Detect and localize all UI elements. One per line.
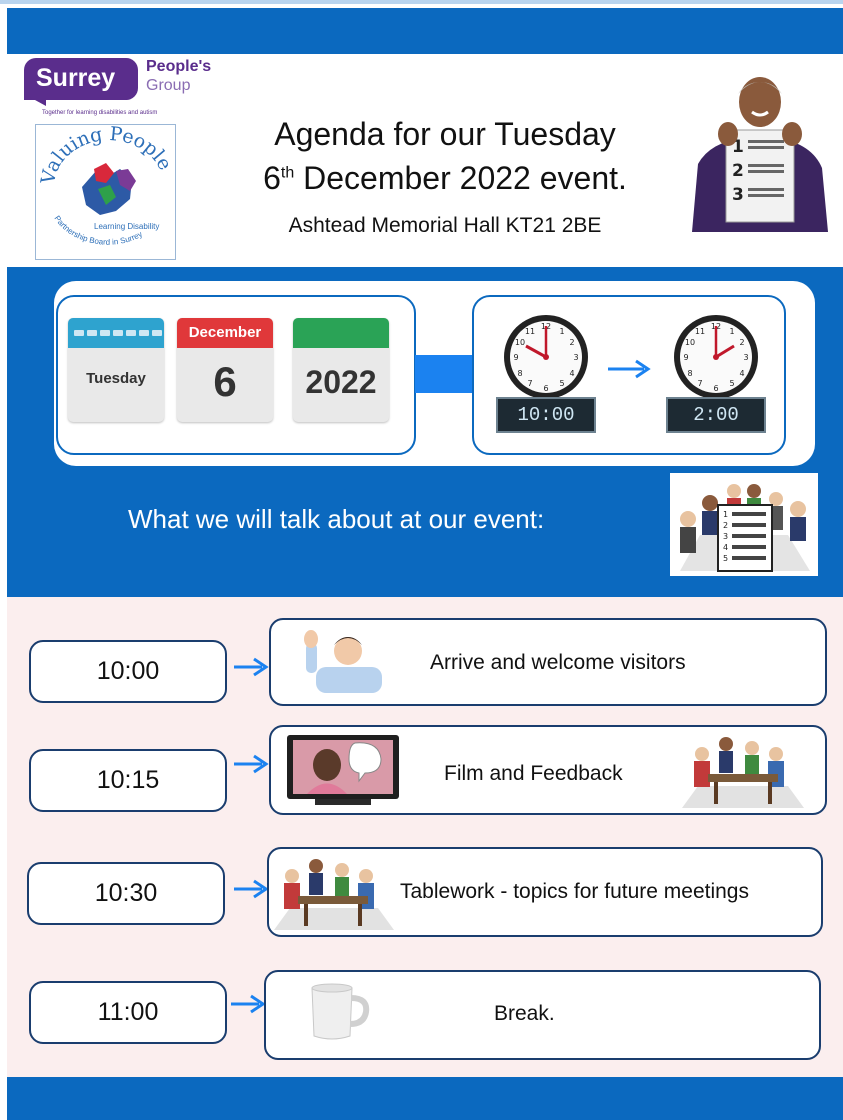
svg-text:6: 6	[713, 384, 718, 393]
svg-text:3: 3	[573, 353, 578, 362]
svg-text:4: 4	[723, 543, 728, 552]
svg-text:2: 2	[732, 161, 744, 181]
header-band	[7, 8, 843, 54]
section-heading: What we will talk about at our event:	[128, 504, 545, 534]
meeting-agenda-illustration: 1 2 3 4 5	[670, 473, 818, 576]
start-time-display: 10:00	[496, 397, 596, 433]
venue-address: Ashtead Memorial Hall KT21 2BE	[288, 214, 602, 237]
calendar-day-number: 6	[213, 358, 237, 405]
svg-text:8: 8	[517, 369, 522, 378]
person-holding-list-illustration: 1 2 3	[688, 72, 830, 232]
svg-text:8: 8	[687, 369, 692, 378]
svg-text:3: 3	[723, 532, 728, 541]
calendar-day-name-icon: Tuesday	[68, 318, 164, 422]
top-rule	[0, 0, 843, 4]
svg-text:7: 7	[527, 379, 532, 388]
calendar-month: December	[177, 318, 273, 348]
svg-text:5: 5	[729, 379, 734, 388]
calendar-month-icon: December 6	[177, 318, 273, 422]
title-line-1: Agenda for our Tuesday	[274, 116, 616, 152]
calendar-day-name: Tuesday	[86, 370, 146, 387]
waving-person-icon	[298, 627, 388, 698]
calendar-year-icon: 2022	[293, 318, 389, 422]
svg-text:10: 10	[685, 338, 695, 347]
agenda-label-4: Break.	[494, 1002, 555, 1025]
svg-text:9: 9	[683, 353, 688, 362]
mug-icon	[302, 980, 374, 1049]
svg-text:7: 7	[697, 379, 702, 388]
agenda-label-1: Arrive and welcome visitors	[430, 651, 686, 674]
logo-surrey-text: Surrey	[24, 58, 138, 100]
svg-text:2: 2	[723, 521, 728, 530]
agenda-time-1: 10:00	[29, 640, 227, 703]
svg-text:6: 6	[543, 384, 548, 393]
surrey-peoples-group-logo: Surrey People's Group Together for learn…	[22, 56, 222, 120]
start-clock-icon: 12369 1245 781011 10:00	[496, 314, 596, 436]
svg-text:10: 10	[515, 338, 525, 347]
logo-peoples-text: People's	[146, 58, 212, 75]
agenda-label-3: Tablework - topics for future meetings	[400, 880, 749, 903]
table-group-icon	[270, 852, 398, 937]
svg-text:11: 11	[525, 327, 535, 336]
title-line-2: 6th December 2022 event.	[263, 160, 627, 196]
agenda-arrow-icon	[234, 657, 269, 677]
end-time-display: 2:00	[666, 397, 766, 433]
svg-text:4: 4	[569, 369, 574, 378]
agenda-label-2: Film and Feedback	[444, 762, 623, 785]
agenda-time-3: 10:30	[27, 862, 225, 925]
svg-text:4: 4	[739, 369, 744, 378]
date-time-connector	[415, 355, 473, 393]
calendar-year: 2022	[305, 364, 377, 400]
agenda-time-2: 10:15	[29, 749, 227, 812]
logo-tagline: Together for learning disabilities and a…	[42, 110, 158, 116]
time-range-arrow-icon	[608, 359, 651, 379]
end-clock-icon: 12369 1245 781011 2:00	[666, 314, 766, 436]
svg-text:1: 1	[729, 327, 734, 336]
agenda-time-4: 11:00	[29, 981, 227, 1044]
svg-text:9: 9	[513, 353, 518, 362]
table-group-icon	[678, 730, 808, 815]
svg-text:Learning Disability: Learning Disability	[94, 222, 159, 231]
svg-text:1: 1	[723, 510, 728, 519]
svg-text:3: 3	[732, 185, 744, 205]
svg-text:2: 2	[739, 338, 744, 347]
footer-band	[7, 1077, 843, 1120]
agenda-arrow-icon	[234, 754, 269, 774]
svg-text:3: 3	[743, 353, 748, 362]
agenda-arrow-icon	[234, 879, 269, 899]
svg-text:1: 1	[559, 327, 564, 336]
svg-text:5: 5	[723, 554, 728, 563]
agenda-arrow-icon	[231, 994, 266, 1014]
page-title: Agenda for our Tuesday 6th December 2022…	[210, 112, 680, 200]
svg-text:11: 11	[695, 327, 705, 336]
video-tv-icon	[285, 733, 403, 812]
valuing-people-logo: Valuing People Learning Disability Partn…	[35, 124, 176, 260]
svg-text:5: 5	[559, 379, 564, 388]
logo-group-text: Group	[146, 77, 191, 94]
svg-text:2: 2	[569, 338, 574, 347]
